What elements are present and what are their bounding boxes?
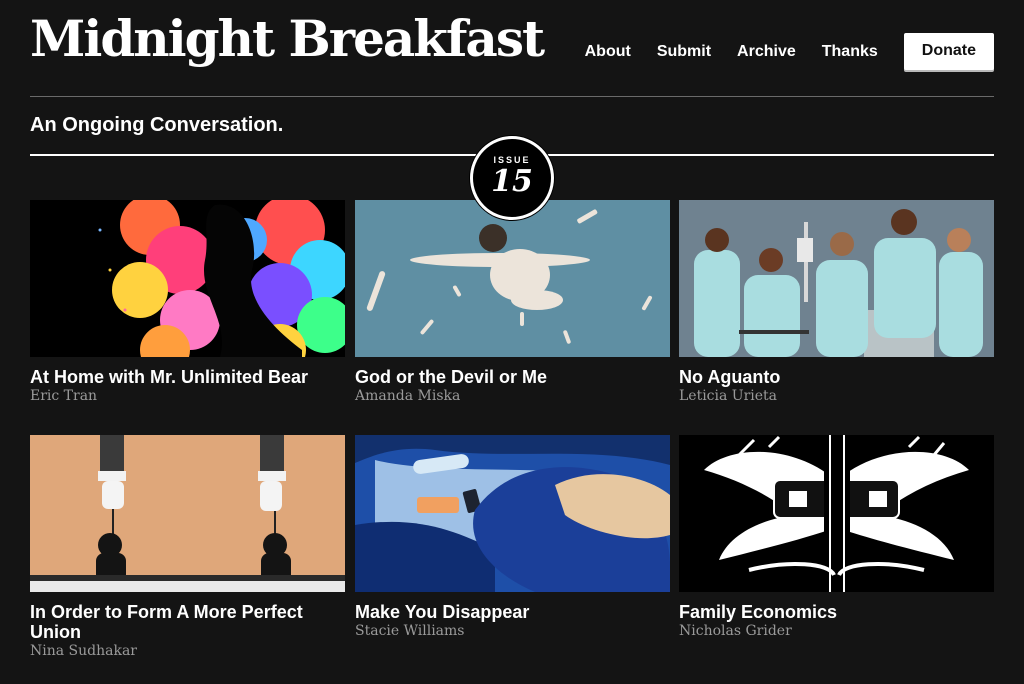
article-author[interactable]: Leticia Urieta <box>679 388 994 404</box>
page: Midnight Breakfast About Submit Archive … <box>30 0 994 659</box>
article-card[interactable]: Family Economics Nicholas Grider <box>679 435 994 639</box>
article-image[interactable] <box>355 435 670 592</box>
article-image[interactable] <box>679 200 994 357</box>
article-title[interactable]: Family Economics <box>679 602 994 622</box>
site-logo[interactable]: Midnight Breakfast <box>30 14 545 64</box>
article-card[interactable]: In Order to Form A More Perfect Union Ni… <box>30 435 345 659</box>
nav-thanks[interactable]: Thanks <box>822 43 878 61</box>
article-card[interactable]: At Home with Mr. Unlimited Bear Eric Tra… <box>30 200 345 404</box>
article-card[interactable]: No Aguanto Leticia Urieta <box>679 200 994 404</box>
article-title[interactable]: In Order to Form A More Perfect Union <box>30 602 345 642</box>
issue-number: 15 <box>491 164 533 199</box>
article-title[interactable]: At Home with Mr. Unlimited Bear <box>30 367 345 387</box>
article-card[interactable]: God or the Devil or Me Amanda Miska <box>355 200 670 404</box>
tagline: An Ongoing Conversation. <box>30 114 284 136</box>
article-author[interactable]: Amanda Miska <box>355 388 670 404</box>
article-image[interactable] <box>30 435 345 592</box>
article-author[interactable]: Stacie Williams <box>355 623 670 639</box>
main-nav: About Submit Archive Thanks Donate <box>559 33 994 70</box>
article-author[interactable]: Nina Sudhakar <box>30 643 345 659</box>
article-image[interactable] <box>355 200 670 357</box>
article-author[interactable]: Nicholas Grider <box>679 623 994 639</box>
article-author[interactable]: Eric Tran <box>30 388 345 404</box>
issue-badge[interactable]: ISSUE 15 <box>470 136 554 220</box>
site-header: Midnight Breakfast About Submit Archive … <box>30 0 994 97</box>
donate-button[interactable]: Donate <box>903 33 994 70</box>
article-title[interactable]: God or the Devil or Me <box>355 367 670 387</box>
nav-about[interactable]: About <box>585 43 631 61</box>
nav-archive[interactable]: Archive <box>737 43 796 61</box>
nav-submit[interactable]: Submit <box>657 43 711 61</box>
article-title[interactable]: No Aguanto <box>679 367 994 387</box>
article-image[interactable] <box>679 435 994 592</box>
article-card[interactable]: Make You Disappear Stacie Williams <box>355 435 670 639</box>
article-title[interactable]: Make You Disappear <box>355 602 670 622</box>
article-image[interactable] <box>30 200 345 357</box>
